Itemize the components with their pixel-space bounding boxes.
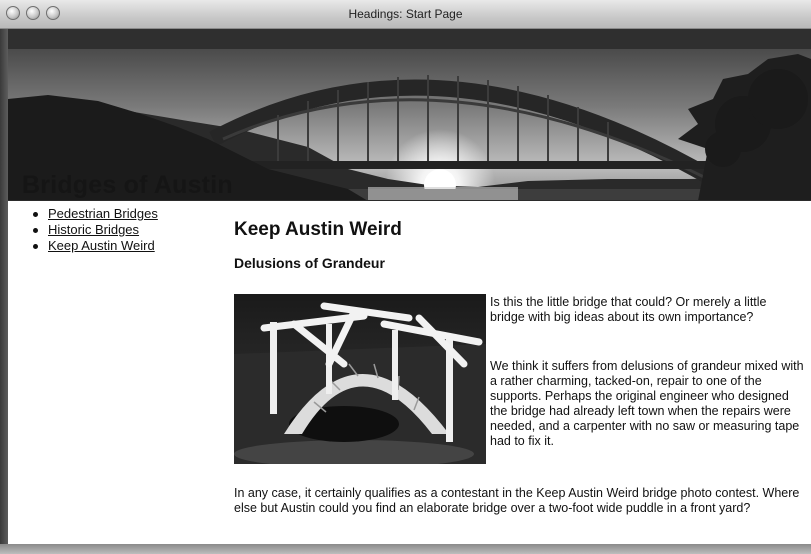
window-bottom-border <box>0 544 811 554</box>
paragraph-intro: Is this the little bridge that could? Or… <box>490 295 767 324</box>
site-title: Bridges of Austin <box>22 171 233 199</box>
nav-link-pedestrian-bridges[interactable]: Pedestrian Bridges <box>48 206 158 221</box>
paragraph-delusions: We think it suffers from delusions of gr… <box>490 359 804 448</box>
page-heading: Keep Austin Weird <box>234 219 402 240</box>
browser-window: Headings: Start Page Bridges of Austin P… <box>0 0 811 554</box>
main-content: Keep Austin Weird Delusions of Grandeur <box>234 219 804 515</box>
nav-item-historic-bridges: Historic Bridges <box>28 222 158 238</box>
window-left-border <box>0 29 8 554</box>
window-title: Headings: Start Page <box>348 7 463 21</box>
page-content: Bridges of Austin Pedestrian Bridges His… <box>8 29 811 544</box>
nav-link-keep-austin-weird[interactable]: Keep Austin Weird <box>48 238 155 253</box>
nav-item-keep-austin-weird: Keep Austin Weird <box>28 238 158 254</box>
side-navigation: Pedestrian Bridges Historic Bridges Keep… <box>28 206 158 254</box>
header-banner: Bridges of Austin <box>8 29 811 201</box>
nav-link-historic-bridges[interactable]: Historic Bridges <box>48 222 139 237</box>
little-bridge-photo <box>234 294 486 464</box>
nav-item-pedestrian-bridges: Pedestrian Bridges <box>28 206 158 222</box>
paragraph-contest: In any case, it certainly qualifies as a… <box>234 486 800 515</box>
section-heading: Delusions of Grandeur <box>234 255 385 271</box>
title-bar[interactable]: Headings: Start Page <box>0 0 811 29</box>
